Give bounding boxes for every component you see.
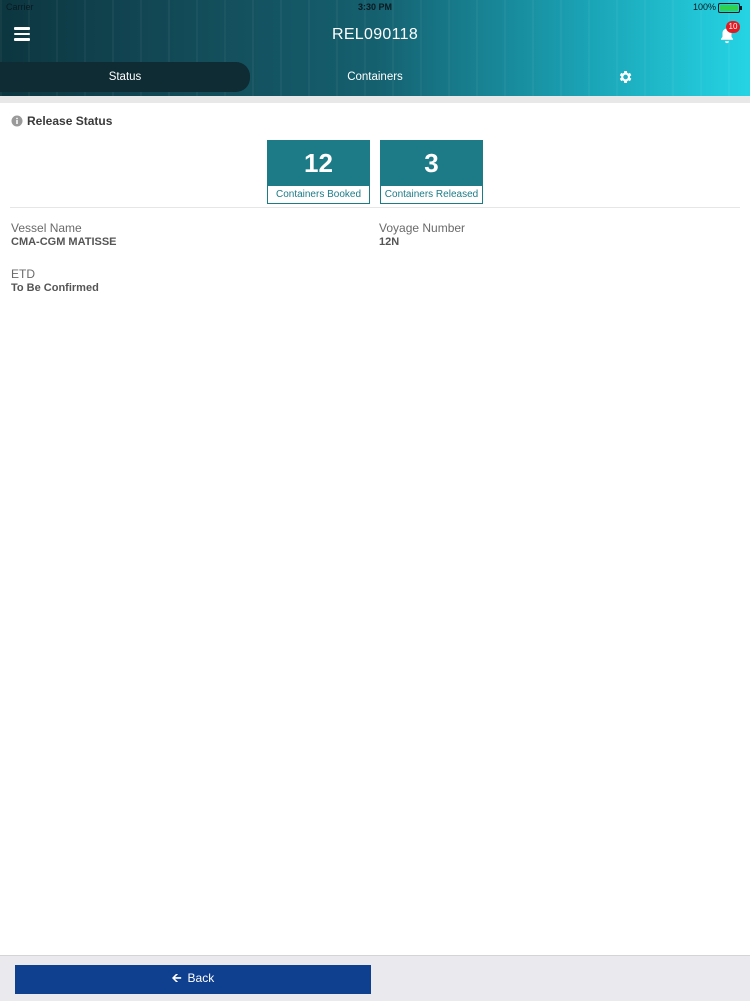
voyage-number-label: Voyage Number <box>379 221 466 235</box>
divider <box>10 207 740 208</box>
tab-status[interactable]: Status <box>0 62 250 92</box>
back-button-label: Back <box>187 971 215 985</box>
vessel-name-value: CMA-CGM MATISSE <box>11 236 117 248</box>
containers-released-card: 3 Containers Released <box>380 140 483 204</box>
header-separator <box>0 96 750 103</box>
tab-bar: Status Containers <box>0 62 750 92</box>
arrow-left-icon: 🡨 <box>171 971 182 985</box>
info-icon <box>11 115 23 127</box>
voyage-number-value: 12N <box>379 236 400 248</box>
release-status-title: Release Status <box>27 114 113 128</box>
containers-released-count: 3 <box>381 141 482 186</box>
page-title: REL090118 <box>331 26 419 43</box>
etd-label: ETD <box>11 267 35 281</box>
containers-booked-card: 12 Containers Booked <box>267 140 370 204</box>
vessel-name-label: Vessel Name <box>11 221 82 235</box>
tab-settings[interactable] <box>500 62 750 92</box>
clock: 3:30 PM <box>357 2 392 12</box>
containers-booked-label: Containers Booked <box>275 189 362 200</box>
gear-icon <box>619 71 632 83</box>
containers-released-label: Containers Released <box>384 189 479 200</box>
etd-value: To Be Confirmed <box>11 282 99 294</box>
app-header: Carrier 3:30 PM 100% REL090118 10 Status… <box>0 0 750 96</box>
back-button[interactable]: 🡨 Back <box>15 965 371 994</box>
notification-badge: 10 <box>726 21 740 33</box>
battery-percent: 100% <box>692 2 716 12</box>
tab-containers[interactable]: Containers <box>250 62 500 92</box>
status-bar: Carrier 3:30 PM 100% <box>0 0 750 16</box>
containers-booked-count: 12 <box>268 141 369 186</box>
battery-icon <box>718 3 742 13</box>
release-status-heading: Release Status <box>11 114 112 128</box>
footer-bar: 🡨 Back <box>0 955 750 1001</box>
